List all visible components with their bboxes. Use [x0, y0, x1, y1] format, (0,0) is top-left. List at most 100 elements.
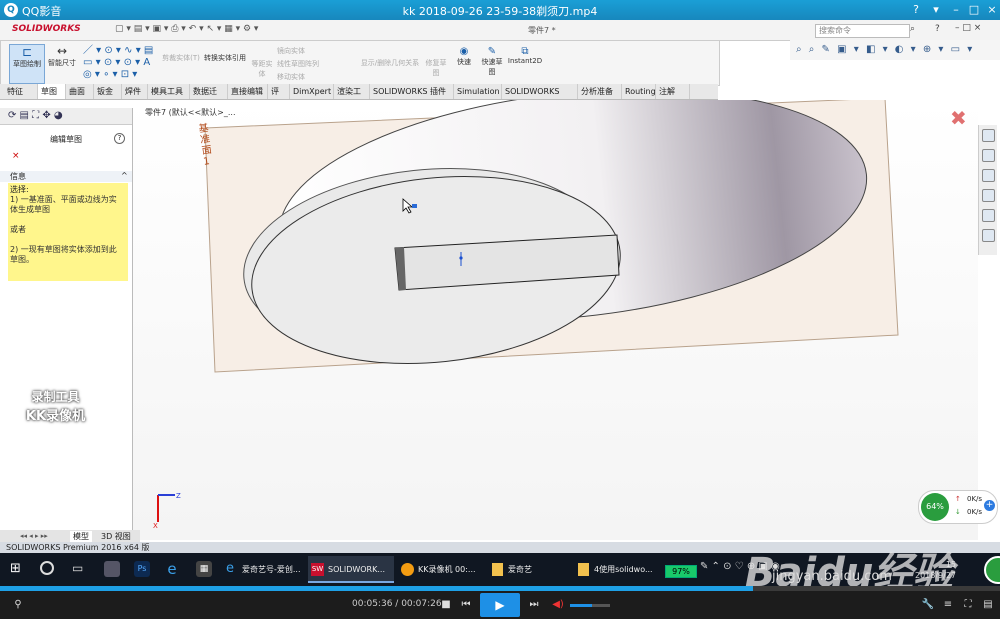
sketch-entity-tools[interactable]: ／ ▾ ⊙ ▾ ∿ ▾ ▤ ▭ ▾ ⊙ ▾ ⊙ ▾ A ◎ ▾ ∘ ▾ ⊡ ▾ — [83, 45, 157, 81]
sw-search-input[interactable]: 搜索命令 — [815, 24, 910, 38]
next-icon[interactable]: ⏭ — [526, 597, 542, 613]
tab-16[interactable]: 注解(N) — [656, 84, 690, 111]
sketch-button[interactable]: ⊏ 草图绘制 — [9, 44, 45, 84]
fullscreen-icon[interactable]: ⛶ — [960, 597, 976, 613]
tab-5[interactable]: 模具工具 — [148, 84, 190, 99]
player-file-title: kk 2018-09-26 23-59-38剃须刀.mp4 — [402, 5, 598, 18]
player-minimize-icon[interactable]: – — [948, 2, 964, 18]
display-delete-relations-button[interactable]: 显示/删除几何关系 — [357, 58, 423, 68]
view-heads-up-toolbar[interactable]: ⌕ ⌕ ✎ ▣ ▾ ◧ ▾ ◐ ▾ ⊕ ▾ ▭ ▾ — [790, 40, 1000, 60]
quick-snaps-button[interactable]: ◉ 快速 — [453, 46, 475, 67]
convert-entities-button[interactable]: 转换实体引用 — [201, 53, 249, 63]
tab-6[interactable]: 数据迁移 — [190, 84, 228, 111]
mirror-entities-button[interactable]: 镜向实体 — [277, 46, 341, 56]
instant2d-button[interactable]: ⧉ Instant2D — [507, 46, 543, 65]
taskbar-app-kk-recorder[interactable]: KK录像机 00:... — [398, 556, 484, 583]
volume-level — [570, 604, 592, 607]
search-circle-icon[interactable] — [40, 561, 54, 575]
info-collapse-icon[interactable]: ^ — [121, 171, 128, 180]
graphics-area[interactable]: Z X — [133, 88, 978, 540]
time-separator: / — [392, 599, 402, 609]
play-button[interactable]: ▶ — [480, 593, 520, 617]
model-view-tabs: ◂◂ ◂ ▸ ▸▸ 模型 3D 视图 — [0, 530, 140, 542]
time-current: 00:05:36 — [352, 599, 393, 609]
feature-tree-flyout[interactable]: 零件7 (默认<<默认>_... — [145, 107, 236, 118]
sw-search-icon[interactable]: ⌕ — [910, 24, 915, 34]
tab-model[interactable]: 模型 — [70, 531, 92, 542]
player-maximize-icon[interactable]: □ — [966, 2, 982, 18]
smart-dimension-button[interactable]: ↔ 智能尺寸 — [45, 44, 79, 82]
taskbar-app-solidworks[interactable]: SW SOLIDWORK... — [308, 556, 394, 583]
triad-z-label: Z — [176, 492, 181, 500]
taskbar-app-iqiyi[interactable]: 爱奇艺 — [488, 556, 570, 583]
panel-tab-icons-row[interactable]: ⟳ ▤ ⛶ ✥ ◕ — [8, 110, 63, 121]
add-icon[interactable]: + — [984, 500, 995, 511]
design-library-icon[interactable] — [982, 149, 995, 162]
sw-window-controls[interactable]: – □ × — [955, 23, 981, 33]
tab-9[interactable]: DimXpert — [290, 84, 334, 99]
tab-12[interactable]: Simulation — [454, 84, 502, 99]
speed-ball-icon[interactable] — [984, 556, 1000, 584]
view-tools-icons[interactable]: ⌕ ⌕ ✎ ▣ ▾ ◧ ▾ ◐ ▾ ⊕ ▾ ▭ ▾ — [796, 44, 974, 55]
custom-properties-icon[interactable] — [982, 229, 995, 242]
list-icon[interactable]: ▤ — [980, 597, 996, 613]
photoshop-icon[interactable]: Ps — [134, 561, 150, 577]
view-palette-icon[interactable] — [982, 189, 995, 202]
tab-scroll-arrows[interactable]: ◂◂ ◂ ▸ ▸▸ — [20, 532, 48, 540]
tab-8[interactable]: 评估 — [268, 84, 290, 111]
repair-sketch-button[interactable]: 修复草图 — [423, 58, 449, 78]
download-speed: 0K/s — [967, 508, 983, 516]
info-line: 或者 — [10, 225, 26, 234]
network-percent: 64% — [921, 493, 949, 521]
home-icon[interactable] — [982, 129, 995, 142]
tab-7[interactable]: 直接编辑 — [228, 84, 268, 99]
calculator-icon[interactable]: ▦ — [196, 561, 212, 577]
trim-entities-button[interactable]: 剪裁实体(T) — [161, 53, 201, 63]
file-explorer-icon[interactable] — [982, 169, 995, 182]
panel-tab-icons[interactable]: ⟳ ▤ ⛶ ✥ ◕ — [0, 108, 132, 125]
sw-logo: SOLIDWORKS — [12, 24, 81, 34]
stop-icon[interactable]: ■ — [438, 597, 454, 613]
linear-pattern-button[interactable]: 线性草图阵列 — [277, 59, 341, 69]
offset-entities-button[interactable]: 等距实体 — [251, 59, 273, 79]
player-menu-icon[interactable]: ▾ — [928, 2, 944, 18]
playlist-icon[interactable]: ≡ — [940, 597, 956, 613]
rapid-sketch-button[interactable]: ✎ 快速草图 — [479, 46, 505, 77]
sw-help-icon[interactable]: ? — [935, 24, 940, 34]
panel-help-icon[interactable]: ? — [114, 133, 125, 144]
tab-4[interactable]: 焊件 — [122, 84, 148, 99]
start-windows-icon[interactable]: ⊞ — [10, 562, 24, 576]
appearances-icon[interactable] — [982, 209, 995, 222]
tab-10[interactable]: 渲染工具 — [334, 84, 370, 111]
recorder-watermark: 录制工具 KK录像机 — [25, 390, 86, 424]
volume-icon[interactable]: ◀) — [550, 597, 566, 613]
tab-3d-view[interactable]: 3D 视图 — [98, 531, 134, 542]
battery-indicator[interactable]: 97% — [665, 565, 697, 578]
exit-sketch-icon[interactable]: ✖ — [950, 106, 967, 130]
tab-0[interactable]: 特征 — [4, 84, 38, 99]
tab-2[interactable]: 曲面 — [66, 84, 94, 99]
tab-15[interactable]: Routing — [622, 84, 656, 99]
panel-close-icon[interactable]: × — [12, 151, 20, 161]
tab-1[interactable]: 草图 — [38, 84, 66, 99]
model-view-svg[interactable]: Z X — [133, 88, 978, 540]
task-view-icon[interactable]: ▭ — [72, 561, 83, 575]
tab-14[interactable]: 分析准备 — [578, 84, 622, 99]
taskbar-app-folder[interactable]: 4使用solidwo... — [574, 556, 660, 583]
tab-11[interactable]: SOLIDWORKS 插件 — [370, 84, 454, 99]
tools-icon[interactable]: 🔧 — [920, 597, 936, 613]
player-settings-icon[interactable]: ⚲ — [10, 597, 26, 613]
pinned-app-icon[interactable] — [104, 561, 120, 577]
move-entities-button[interactable]: 移动实体 — [277, 72, 341, 82]
volume-slider[interactable] — [570, 604, 610, 607]
info-section-header[interactable]: 信息 — [0, 171, 132, 182]
tab-3[interactable]: 钣金 — [94, 84, 122, 99]
taskbar-app-iqiyi-creator[interactable]: e 爱奇艺号-爱创... — [222, 556, 304, 583]
playback-time: 00:05:36 / 00:07:26 — [352, 599, 442, 609]
player-help-icon[interactable]: ? — [908, 2, 924, 18]
ie-browser-icon[interactable]: e — [164, 561, 180, 577]
previous-icon[interactable]: ⏮ — [458, 597, 474, 613]
player-close-icon[interactable]: × — [984, 2, 1000, 18]
tab-13[interactable]: SOLIDWORKS MBD — [502, 84, 578, 111]
sw-quick-access-icons[interactable]: ▢ ▾ ▤ ▾ ▣ ▾ ⎙ ▾ ↶ ▾ ↖ ▾ ▦ ▾ ⚙ ▾ — [115, 24, 258, 34]
